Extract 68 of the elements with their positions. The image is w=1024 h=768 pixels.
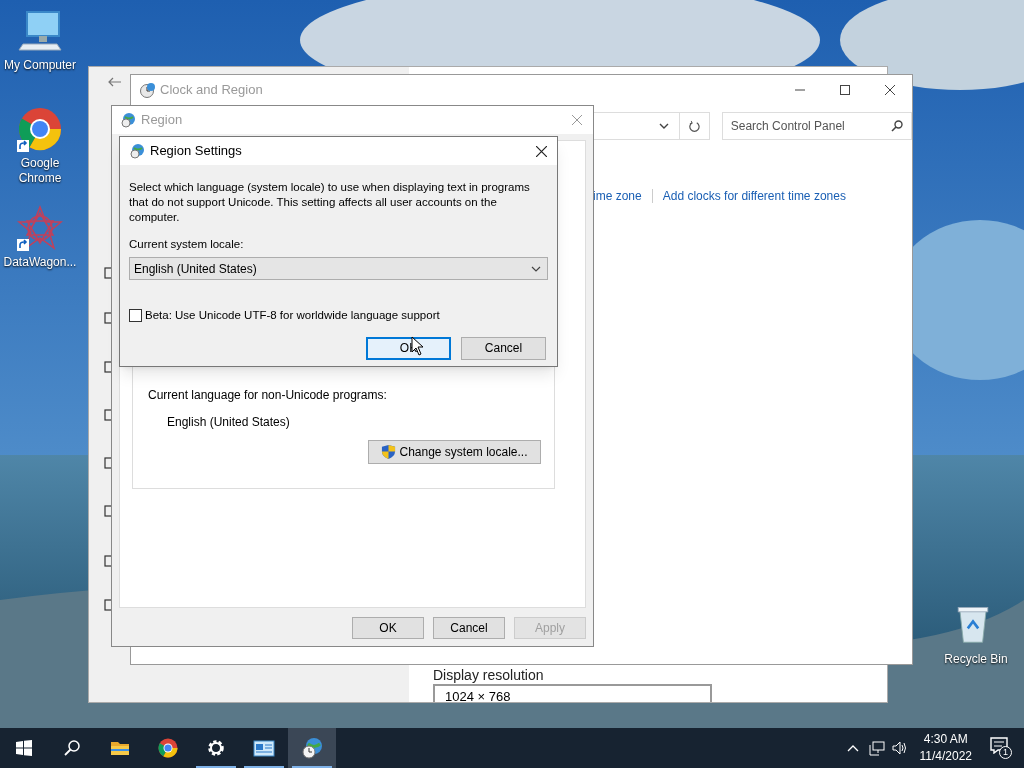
field-label: Current system locale:: [129, 237, 245, 252]
checkbox-label[interactable]: Beta: Use Unicode UTF-8 for worldwide language support: [145, 307, 440, 325]
section-label: Display resolution: [433, 667, 545, 683]
sidebar-item-icon[interactable]: [104, 312, 112, 324]
icon-label[interactable]: My Computer: [4, 58, 76, 73]
shield-icon: [381, 444, 397, 460]
taskbar-button[interactable]: [288, 728, 336, 768]
field-label: Current language for non-Unicode programs:: [148, 387, 388, 404]
change-locale-button[interactable]: Change system locale...: [368, 440, 541, 464]
sidebar-item-icon[interactable]: [104, 555, 112, 567]
gear-icon: [206, 738, 226, 758]
running-indicator: [244, 766, 284, 768]
link[interactable]: Add clocks for different time zones: [662, 187, 846, 205]
field-value: English (United States): [167, 414, 291, 431]
sidebar-item-icon[interactable]: [104, 267, 112, 279]
icon-label[interactable]: Recycle Bin: [944, 652, 1008, 667]
search-icon: [64, 740, 80, 756]
refresh-button[interactable]: [679, 112, 710, 140]
search-box[interactable]: Search Control Panel: [721, 112, 912, 140]
window-title: Region: [141, 111, 183, 130]
sidebar-item-icon[interactable]: [104, 361, 112, 373]
chevron-down-icon[interactable]: [658, 123, 669, 129]
search-icon: [891, 120, 903, 132]
dialog-button[interactable]: Cancel: [433, 617, 505, 639]
windows-logo-icon: [16, 740, 32, 756]
globe-clock-icon: [120, 112, 136, 128]
window-title: Clock and Region: [160, 81, 263, 100]
locale-dropdown[interactable]: English (United States): [129, 257, 548, 281]
sidebar-item-icon[interactable]: [104, 599, 112, 611]
refresh-icon: [688, 120, 701, 132]
clock-date[interactable]: 11/4/2022: [919, 748, 972, 765]
clock-globe-icon: [139, 82, 155, 98]
globe-clock-icon: [301, 737, 323, 759]
icon-label[interactable]: DataWagon...: [3, 255, 77, 270]
computer-icon[interactable]: [17, 8, 63, 54]
clock-time[interactable]: 4:30 AM: [923, 731, 968, 748]
search-field[interactable]: Search Control Panel: [730, 117, 891, 135]
notification-badge: 1: [999, 746, 1012, 759]
icon-label[interactable]: Google Chrome: [2, 156, 78, 186]
network-icon[interactable]: [868, 740, 885, 756]
dialog-button[interactable]: OK: [352, 617, 424, 639]
shortcut-arrow-icon: [17, 239, 29, 251]
chrome-icon: [158, 738, 178, 758]
close-icon[interactable]: [885, 85, 895, 95]
resolution-dropdown[interactable]: 1024 × 768: [433, 684, 712, 702]
chevron-up-icon[interactable]: [846, 744, 859, 752]
control-panel-icon: [253, 738, 275, 758]
dialog-button[interactable]: Cancel: [461, 336, 546, 360]
running-indicator: [196, 766, 236, 768]
sidebar-item-icon[interactable]: [104, 457, 112, 469]
description-text: Select which language (system locale) to use when displaying text in programs that do not support Unicode. This setting affects all user accounts on the computer.: [129, 180, 531, 225]
globe-clock-icon: [129, 143, 145, 159]
shortcut-arrow-icon: [17, 140, 29, 152]
folder-icon: [110, 739, 130, 757]
notification-icon[interactable]: [990, 737, 1008, 754]
link[interactable]: ime zone: [593, 187, 642, 205]
sidebar-item-icon[interactable]: [104, 505, 112, 517]
sidebar-item-icon[interactable]: [104, 409, 112, 421]
running-indicator: [292, 766, 332, 768]
maximize-icon[interactable]: [840, 85, 850, 95]
checkbox[interactable]: [129, 309, 142, 323]
back-arrow-icon[interactable]: [107, 76, 123, 88]
star-pattern-icon[interactable]: [17, 205, 63, 251]
chevron-down-icon: [531, 265, 541, 272]
window-title: Region Settings: [150, 142, 242, 161]
close-icon[interactable]: [536, 145, 547, 157]
chrome-icon[interactable]: [17, 106, 63, 152]
speaker-icon[interactable]: [891, 741, 908, 755]
